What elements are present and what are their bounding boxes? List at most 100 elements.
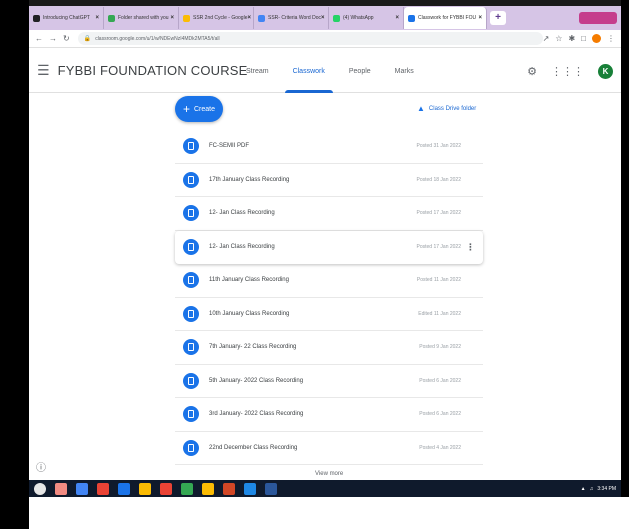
browser-tab-label: Introducing ChatGPT xyxy=(43,15,90,21)
close-tab-icon[interactable]: × xyxy=(395,15,399,21)
close-tab-icon[interactable]: × xyxy=(478,15,482,21)
plus-icon: + xyxy=(182,102,190,116)
taskbar-app-icon[interactable] xyxy=(76,482,88,495)
hamburger-menu-icon[interactable]: ☰ xyxy=(37,62,50,79)
start-button-icon[interactable] xyxy=(34,482,46,495)
taskbar-app-icon[interactable] xyxy=(244,482,256,495)
browser-tab[interactable]: SSR 2nd Cycle - Google × xyxy=(179,7,254,29)
material-icon xyxy=(183,138,199,155)
list-item[interactable]: 17th January Class Recording Posted 18 Ja… xyxy=(175,164,483,197)
browser-tab-label: SSR- Criteria Word Doc xyxy=(268,15,321,21)
taskbar-app-icon[interactable] xyxy=(223,482,235,495)
header-actions: ⚙ ⋮⋮⋮ K xyxy=(527,49,613,93)
browser-tab[interactable]: Classwork for FYBBI FOU × xyxy=(404,7,487,29)
material-icon xyxy=(183,205,199,222)
list-item[interactable]: 22nd December Class Recording Posted 4 Ja… xyxy=(175,432,483,465)
tab-favicon-icon xyxy=(108,14,115,22)
settings-gear-icon[interactable]: ⚙ xyxy=(527,65,537,78)
document-icon xyxy=(188,443,194,452)
url-text: classroom.google.com/u/1/w/NDEwNzI4MDk2M… xyxy=(95,35,220,42)
material-icon xyxy=(183,171,199,188)
tab-favicon-icon xyxy=(258,14,265,22)
sidebar-icon[interactable]: □ xyxy=(581,34,586,43)
browser-tab-strip: Introducing ChatGPT × Folder shared with y… xyxy=(29,6,621,30)
browser-tab-label: SSR 2nd Cycle - Google xyxy=(193,15,248,21)
tab-search-button[interactable] xyxy=(579,12,617,24)
list-item[interactable]: 10th January Class Recording Edited 11 Ja… xyxy=(175,298,483,331)
taskbar-app-icon[interactable] xyxy=(202,482,214,495)
help-icon[interactable]: ⓘ xyxy=(36,459,46,474)
material-title: 12- Jan Class Recording xyxy=(209,244,275,251)
taskbar-app-icon[interactable] xyxy=(181,482,193,495)
google-drive-icon: ▲ xyxy=(417,104,425,113)
tab-list: Introducing ChatGPT × Folder shared with y… xyxy=(29,6,487,30)
tab-favicon-icon xyxy=(333,14,340,22)
class-drive-folder-label: Class Drive folder xyxy=(428,105,477,112)
material-date: Posted 6 Jan 2022 xyxy=(419,411,461,418)
taskbar-app-icon[interactable] xyxy=(139,482,151,495)
classroom-nav-tabs: Stream Classwork People Marks xyxy=(234,49,426,93)
browser-tab[interactable]: Folder shared with you × xyxy=(104,7,179,29)
url-input[interactable]: 🔒 classroom.google.com/u/1/w/NDEwNzI4MDk… xyxy=(77,32,543,45)
browser-tab[interactable]: SSR- Criteria Word Doc × xyxy=(254,7,329,29)
document-icon xyxy=(188,209,194,218)
profile-icon[interactable] xyxy=(592,34,601,43)
tab-people[interactable]: People xyxy=(337,49,383,93)
apps-grid-icon[interactable]: ⋮⋮⋮ xyxy=(551,65,584,78)
new-tab-button[interactable]: + xyxy=(490,11,506,25)
list-item[interactable]: 12- Jan Class Recording Posted 17 Jan 202… xyxy=(175,230,483,264)
material-date: Posted 17 Jan 2022 xyxy=(416,244,461,251)
taskbar-app-icon[interactable] xyxy=(160,482,172,495)
create-button-label: Create xyxy=(194,105,216,113)
material-title: 10th January Class Recording xyxy=(209,310,290,317)
browser-tab-label: (4) WhatsApp xyxy=(343,15,374,21)
list-item[interactable]: 3rd January- 2022 Class Recording Posted … xyxy=(175,398,483,432)
extensions-icon[interactable]: ✱ xyxy=(568,34,575,43)
course-title[interactable]: FYBBI FOUNDATION COURSE xyxy=(58,63,248,78)
close-tab-icon[interactable]: × xyxy=(247,15,251,21)
list-item[interactable]: FC-SEMII PDF Posted 31 Jan 2022 xyxy=(175,130,483,164)
system-tray: ▲ ♫ 3:34 PM xyxy=(581,486,621,492)
list-item[interactable]: 7th January- 22 Class Recording Posted 9 … xyxy=(175,331,483,365)
forward-arrow-icon[interactable]: → xyxy=(49,34,57,43)
material-date: Posted 18 Jan 2022 xyxy=(416,176,461,183)
close-tab-icon[interactable]: × xyxy=(95,15,99,21)
tab-favicon-icon xyxy=(183,14,190,22)
material-icon xyxy=(183,339,199,356)
list-item[interactable]: 12- Jan Class Recording Posted 17 Jan 202… xyxy=(175,197,483,231)
browser-tab[interactable]: (4) WhatsApp × xyxy=(329,7,404,29)
back-arrow-icon[interactable]: ← xyxy=(35,34,43,43)
list-item[interactable]: 5th January- 2022 Class Recording Posted … xyxy=(175,365,483,398)
close-tab-icon[interactable]: × xyxy=(170,15,174,21)
avatar[interactable]: K xyxy=(598,63,613,79)
view-more-link[interactable]: View more xyxy=(315,471,343,477)
reload-icon[interactable]: ↻ xyxy=(63,34,70,43)
tab-classwork[interactable]: Classwork xyxy=(281,49,337,93)
create-button[interactable]: + Create xyxy=(175,96,223,122)
taskbar-app-icon[interactable] xyxy=(265,482,277,495)
taskbar-app-icon[interactable] xyxy=(97,482,109,495)
material-title: 17th January Class Recording xyxy=(209,176,290,183)
clock-time[interactable]: 3:34 PM xyxy=(597,486,616,492)
lock-icon: 🔒 xyxy=(83,36,92,42)
class-drive-folder-link[interactable]: ▲ Class Drive folder xyxy=(417,104,476,113)
document-icon xyxy=(188,175,194,184)
more-options-icon[interactable]: ⋮ xyxy=(466,242,475,253)
taskbar-app-icon[interactable] xyxy=(55,482,67,495)
list-item[interactable]: 11th January Class Recording Posted 11 Ja… xyxy=(175,264,483,298)
browser-menu-icon[interactable]: ⋮ xyxy=(607,34,615,43)
document-icon xyxy=(188,243,194,252)
tab-marks[interactable]: Marks xyxy=(383,49,426,93)
volume-icon[interactable]: ♫ xyxy=(590,486,594,492)
share-icon[interactable]: ↗ xyxy=(543,34,550,43)
material-icon xyxy=(183,305,199,322)
star-icon[interactable]: ☆ xyxy=(555,34,562,43)
taskbar-app-icon[interactable] xyxy=(118,482,130,495)
material-date: Posted 17 Jan 2022 xyxy=(416,210,461,217)
tab-stream[interactable]: Stream xyxy=(234,49,281,93)
network-icon[interactable]: ▲ xyxy=(581,486,586,492)
close-tab-icon[interactable]: × xyxy=(321,15,325,21)
browser-tab[interactable]: Introducing ChatGPT × xyxy=(29,7,104,29)
document-icon xyxy=(188,276,194,285)
material-date: Posted 11 Jan 2022 xyxy=(416,277,461,284)
